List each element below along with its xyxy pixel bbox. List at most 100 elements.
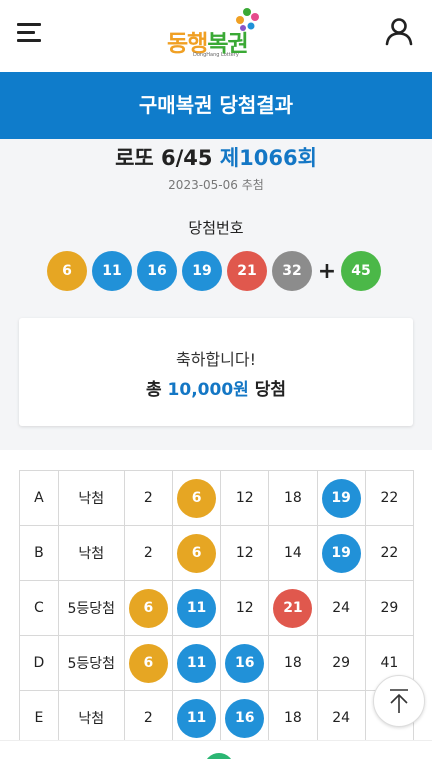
ticket-number-cell: 29 [364,580,415,636]
ticket-number-cell: 2 [123,470,173,526]
ticket-status: 낙첨 [57,470,125,526]
ticket-row: D 5등당첨 6 11 16 18 29 41 [19,635,415,691]
arrow-up-icon [390,689,408,713]
winning-ball: 21 [227,251,267,291]
ticket-number-cell: 2 [123,690,173,746]
ticket-slot: A [19,470,59,526]
ticket-row: E낙첨21116182441 [19,690,415,746]
congrats-message: 축하합니다! [175,350,256,369]
ticket-number-cell: 18 [268,470,318,526]
total-suffix: 당첨 [254,380,286,400]
ticket-number-cell: 12 [220,525,270,581]
ticket-number-cell: 21 [268,580,318,636]
ticket-number: 22 [380,545,399,561]
winning-ball: 11 [92,251,132,291]
winning-ball: 32 [272,251,312,291]
ticket-number-cell: 11 [171,690,222,746]
ticket-number: 24 [332,710,351,726]
winning-ball: 19 [182,251,222,291]
matched-number-ball: 11 [177,588,217,628]
matched-number-ball: 21 [273,588,313,628]
ticket-number-cell: 6 [171,470,222,526]
ticket-number: 12 [235,600,254,616]
matched-number-ball: 19 [321,478,361,518]
matched-number-ball: 11 [177,698,217,738]
plus-sign: + [317,258,337,284]
ticket-number-cell: 6 [171,525,222,581]
matched-number-ball: 6 [128,588,168,628]
congrats-card: 축하합니다! 총 10,000원 당첨 [19,318,413,426]
draw-title: 로또 6/45 제1066회 [0,142,432,172]
ticket-number: 18 [284,655,302,671]
ticket-status: 낙첨 [57,525,125,581]
page-title-banner: 구매복권 당첨결과 [0,72,432,139]
game-name: 로또 6/45 [115,146,213,170]
bonus-ball: 45 [341,251,381,291]
ticket-number-cell: 12 [220,470,270,526]
ticket-number: 12 [235,545,254,561]
scroll-to-top-button[interactable] [373,675,425,727]
ticket-number-cell: 11 [171,635,222,691]
ticket-slot: D [19,635,59,691]
ticket-number: 22 [380,490,399,506]
matched-number-ball: 6 [177,478,217,518]
ticket-status: 낙첨 [57,690,125,746]
matched-number-ball: 6 [128,643,168,683]
ticket-number-cell: 12 [220,580,270,636]
ticket-number: 29 [332,655,351,671]
ticket-number: 29 [380,600,399,616]
ticket-number: 24 [332,600,351,616]
matched-number-ball: 11 [177,643,217,683]
ticket-number-cell: 24 [316,690,366,746]
winning-ball: 6 [47,251,87,291]
matched-number-ball: 6 [177,533,217,573]
ticket-number-cell: 2 [123,525,173,581]
ticket-number-cell: 16 [220,635,270,691]
matched-number-ball: 16 [225,698,265,738]
hamburger-menu-icon[interactable] [17,20,43,44]
matched-number-ball: 19 [321,533,361,573]
ticket-number: 2 [143,545,153,561]
ticket-number: 12 [235,490,254,506]
ticket-number-cell: 14 [268,525,318,581]
draw-round: 제1066회 [219,146,317,170]
ticket-number-cell: 24 [316,580,366,636]
ticket-number: 41 [380,655,399,671]
ticket-number-cell: 22 [364,470,415,526]
ticket-number: 2 [143,710,153,726]
ticket-number-cell: 6 [123,580,173,636]
ticket-number: 2 [143,490,153,506]
top-header: 동행복권 DongHang Lottery [0,0,432,72]
ticket-number-cell: 18 [268,635,318,691]
ticket-row: B 낙첨 2 6 12 14 19 22 [19,525,415,581]
ticket-status: 5등당첨 [57,635,125,691]
ticket-row: C 5등당첨 6 11 12 21 24 29 [19,580,415,636]
user-icon[interactable] [384,16,414,46]
ticket-results-table: A 낙첨 2 6 12 18 19 22 B 낙첨 2 6 12 14 19 22 C 5등당첨 6 11 12 21 24… [19,470,415,746]
ticket-number: 18 [284,490,302,506]
draw-date: 2023-05-06 추첨 [168,178,264,192]
total-amount: 10,000원 [167,380,249,400]
ticket-number-cell: 22 [364,525,415,581]
ticket-number-cell: 11 [171,580,222,636]
ticket-number-cell: 19 [316,525,366,581]
ticket-slot: E [19,690,59,746]
ticket-number: 14 [284,545,302,561]
total-prefix: 총 [145,380,162,400]
dong-hang-lottery-logo[interactable]: 동행복권 DongHang Lottery [163,6,263,62]
winning-numbers: 6 11 16 19 21 32 + 45 [47,251,386,291]
ticket-slot: C [19,580,59,636]
winning-ball: 16 [137,251,177,291]
ticket-number-cell: 18 [268,690,318,746]
ticket-status: 5등당첨 [57,580,125,636]
bottom-nav-dot[interactable] [204,753,234,759]
logo-subtitle: DongHang Lottery [193,52,239,58]
ticket-number-cell: 16 [220,690,270,746]
ticket-row: A 낙첨 2 6 12 18 19 22 [19,470,415,526]
ticket-results-section: A 낙첨 2 6 12 18 19 22 B 낙첨 2 6 12 14 19 22 C 5등당첨 6 11 12 21 24… [0,450,432,759]
ticket-slot: B [19,525,59,581]
matched-number-ball: 16 [225,643,265,683]
total-winnings: 총 10,000원 당첨 [19,375,413,400]
ticket-number-cell: 29 [316,635,366,691]
bottom-nav-edge [0,740,432,759]
